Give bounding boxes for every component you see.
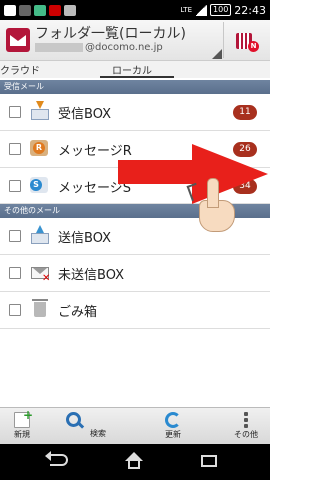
more-icon <box>244 412 248 428</box>
row-checkbox[interactable] <box>9 180 21 192</box>
bottom-toolbar: 新規 検索 更新 その他 <box>0 407 270 445</box>
folder-row-inbox[interactable]: 受信BOX 11 <box>0 94 270 131</box>
trash-icon <box>30 299 50 319</box>
active-tab-indicator <box>100 76 174 78</box>
signal-icon <box>195 4 208 16</box>
account-name-redacted <box>35 43 83 52</box>
pointing-hand-icon <box>186 178 237 233</box>
folder-label: 未送信BOX <box>58 268 124 283</box>
folder-label: ごみ箱 <box>58 305 98 320</box>
refresh-label: 更新 <box>165 430 181 439</box>
app-notification-icon <box>49 4 61 16</box>
system-nav-bar <box>0 444 270 480</box>
notification-icons <box>4 4 76 16</box>
row-checkbox[interactable] <box>9 106 21 118</box>
app-header: フォルダ一覧(ローカル) @docomo.ne.jp N <box>0 20 270 61</box>
unsent-icon: ✕ <box>30 262 50 284</box>
clock: 22:43 <box>234 3 266 17</box>
header-divider <box>223 22 224 58</box>
account-selector[interactable]: @docomo.ne.jp <box>35 42 163 53</box>
search-label: 検索 <box>90 429 106 438</box>
row-checkbox[interactable] <box>9 267 21 279</box>
folder-row-unsent[interactable]: ✕ 未送信BOX <box>0 255 270 292</box>
more-button[interactable]: その他 <box>216 410 276 443</box>
status-bar: LTE 100 22:43 <box>0 0 270 20</box>
recent-apps-icon[interactable] <box>201 455 217 467</box>
tab-cloud[interactable]: クラウド <box>0 62 40 77</box>
new-mail-icon <box>14 408 33 428</box>
row-checkbox[interactable] <box>9 143 21 155</box>
notification-button[interactable]: N <box>233 27 259 53</box>
system-icons: LTE 100 22:43 <box>180 4 266 17</box>
folder-label: 送信BOX <box>58 231 111 246</box>
account-domain: @docomo.ne.jp <box>85 42 163 53</box>
calendar-notification-icon <box>19 4 31 16</box>
new-label: 新規 <box>14 430 30 439</box>
network-type: LTE <box>180 6 193 14</box>
folder-label: 受信BOX <box>58 107 111 122</box>
search-icon <box>66 412 81 427</box>
inbox-icon <box>30 101 50 121</box>
message-r-icon: R <box>30 138 50 158</box>
row-checkbox[interactable] <box>9 304 21 316</box>
battery-icon: 100 <box>210 4 232 16</box>
home-icon[interactable] <box>125 452 143 470</box>
new-button[interactable]: 新規 <box>0 408 52 443</box>
page-title: フォルダ一覧(ローカル) <box>35 26 186 42</box>
section-header-received: 受信メール <box>0 80 270 94</box>
unread-count-badge: 11 <box>233 105 257 120</box>
play-notification-icon <box>64 4 76 16</box>
mail-notification-icon <box>4 4 16 16</box>
search-button[interactable]: 検索 <box>66 410 128 443</box>
outbox-icon <box>30 225 50 245</box>
image-notification-icon <box>34 4 46 16</box>
tab-bar: クラウド ローカル <box>0 61 270 78</box>
row-checkbox[interactable] <box>9 230 21 242</box>
refresh-button[interactable]: 更新 <box>143 410 203 443</box>
dropdown-caret-icon[interactable] <box>212 49 222 59</box>
more-label: その他 <box>234 430 258 439</box>
folder-row-trash[interactable]: ごみ箱 <box>0 292 270 329</box>
new-badge: N <box>248 41 259 52</box>
tab-local[interactable]: ローカル <box>112 62 152 77</box>
app-logo-icon <box>6 28 30 52</box>
refresh-icon <box>165 412 181 428</box>
back-icon[interactable] <box>45 451 68 466</box>
message-s-icon: S <box>30 175 50 195</box>
